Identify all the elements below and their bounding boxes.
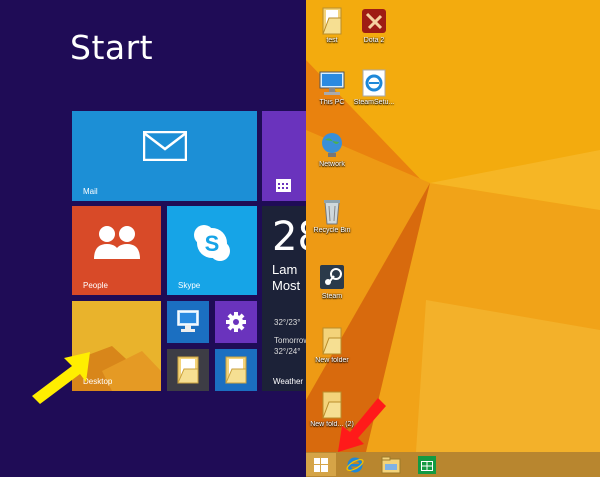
steam-icon (317, 262, 347, 292)
internet-explorer-icon (359, 68, 389, 98)
desktop-icon-steam[interactable]: Steam (308, 262, 356, 301)
desktop-icon-label: Dota 2 (363, 37, 385, 44)
desktop-icon-label: test (326, 37, 338, 44)
red-arrow-annotation (338, 398, 386, 452)
start-button[interactable] (306, 453, 336, 476)
weather-tomorrow-range: 32°/24° (274, 347, 301, 356)
desktop-icon-label: New folder (315, 357, 349, 364)
tile-pc-settings[interactable] (215, 301, 257, 343)
taskbar-store[interactable] (412, 453, 442, 476)
desktop-icon-label: Steam (321, 293, 343, 300)
desktop-icon-label: Recycle Bin (313, 227, 351, 234)
people-icon (94, 226, 140, 259)
windows-logo-icon (314, 458, 328, 472)
folder-icon (177, 356, 199, 384)
tile-weather-label: Weather (273, 377, 304, 386)
tile-skype-label: Skype (178, 281, 201, 290)
weather-location-line1: Lam (272, 262, 298, 277)
tile-folder-2[interactable] (215, 349, 257, 391)
desktop-icon-recycle-bin[interactable]: Recycle Bin (308, 196, 356, 235)
weather-temperature: 28 (272, 214, 306, 260)
desktop-icon-new-folder[interactable]: New folder (308, 326, 356, 365)
network-icon (317, 130, 347, 160)
weather-tomorrow-label: Tomorrow (274, 336, 306, 345)
desktop-icon-network[interactable]: Network (308, 130, 356, 169)
tile-folder-1[interactable] (167, 349, 209, 391)
folder-icon (225, 356, 247, 384)
taskbar-file-explorer[interactable] (376, 453, 406, 476)
desktop-icon-test[interactable]: test (308, 6, 356, 45)
weather-today-range: 32°/23° (274, 318, 301, 327)
mail-icon (143, 131, 187, 161)
dota-2-icon (359, 6, 389, 36)
gear-icon (226, 312, 246, 332)
start-title: Start (70, 28, 154, 67)
tile-people[interactable]: People (72, 206, 161, 295)
svg-text:S: S (205, 231, 220, 256)
desktop-icon-steamsetup[interactable]: SteamSetu... (350, 68, 398, 107)
skype-icon: S (194, 225, 230, 261)
desktop-icon-label: This PC (319, 99, 345, 106)
computer-icon (317, 68, 347, 98)
weather-location-line2: Most (272, 278, 301, 293)
yellow-arrow-annotation (32, 352, 90, 404)
desktop-icon-this-pc[interactable]: This PC (308, 68, 356, 107)
store-icon (418, 456, 436, 474)
tile-skype[interactable]: S Skype (167, 206, 257, 295)
desktop-icon-label: SteamSetu... (353, 99, 395, 106)
desktop-icon-dota-2[interactable]: Dota 2 (350, 6, 398, 45)
calendar-icon (276, 179, 291, 192)
desktop: test Dota 2 This PC SteamSetu... Network… (306, 0, 600, 477)
file-explorer-icon (381, 456, 401, 474)
tile-this-pc[interactable] (167, 301, 209, 343)
folder-icon (317, 6, 347, 36)
tile-mail-label: Mail (83, 187, 98, 196)
desktop-icon-label: Network (319, 161, 345, 168)
internet-explorer-icon (346, 457, 364, 473)
tile-weather[interactable]: 28 Lam Most 32°/23° Tomorrow 32°/24° Wea… (262, 206, 306, 391)
recycle-bin-icon (317, 196, 347, 226)
folder-icon (317, 326, 347, 356)
taskbar-internet-explorer[interactable] (340, 453, 370, 476)
tile-calendar[interactable] (262, 111, 306, 201)
taskbar (306, 452, 600, 477)
start-screen: Start Mail People S Skype 2 Lam Most 32°… (0, 0, 306, 477)
computer-icon (177, 310, 199, 332)
tile-mail[interactable]: Mail (72, 111, 257, 201)
tile-people-label: People (83, 281, 108, 290)
